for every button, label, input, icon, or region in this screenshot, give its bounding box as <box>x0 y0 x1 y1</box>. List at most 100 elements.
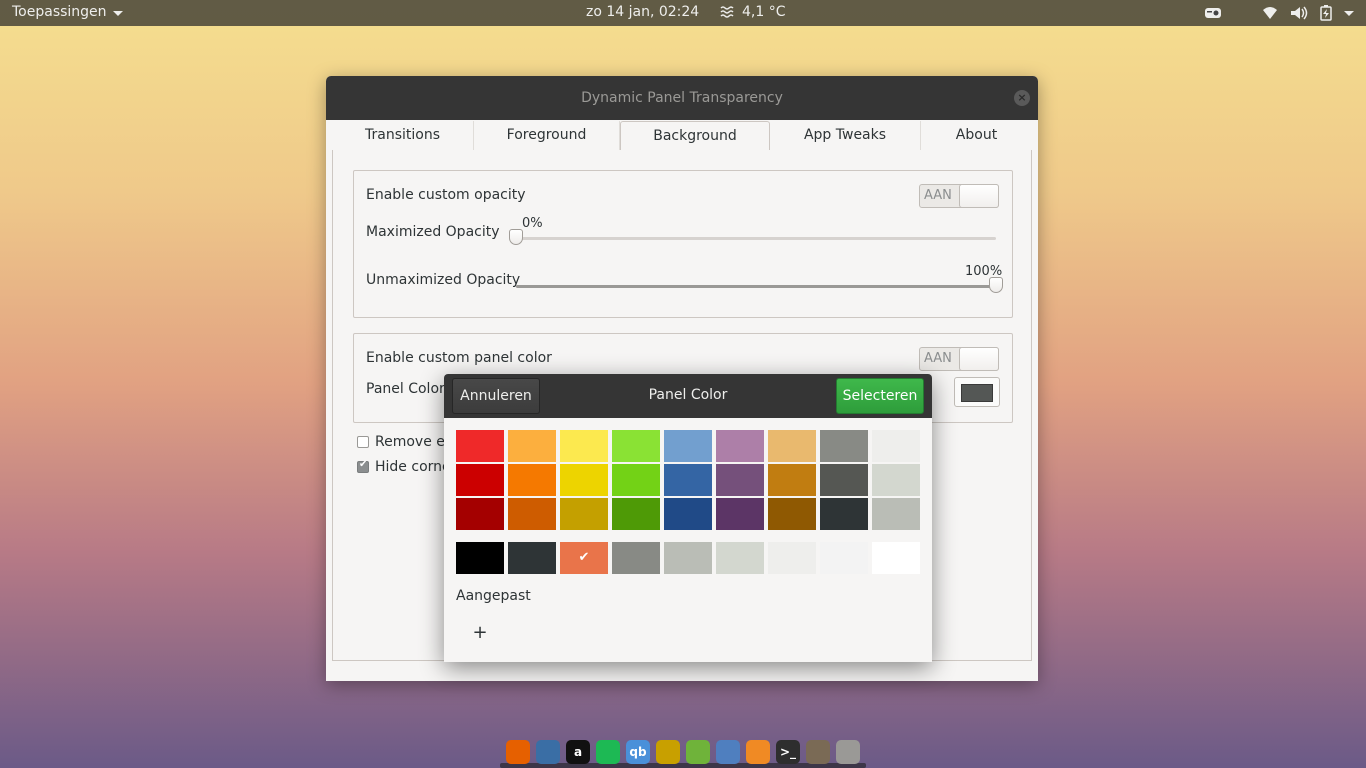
file-manager-icon[interactable] <box>716 740 740 764</box>
unmaximized-opacity-label: Unmaximized Opacity <box>366 272 521 288</box>
fog-icon <box>720 6 734 18</box>
color-swatch[interactable] <box>612 430 660 462</box>
color-swatch[interactable] <box>820 498 868 530</box>
tab-foreground[interactable]: Foreground <box>474 121 620 151</box>
volume-icon[interactable] <box>1290 6 1308 20</box>
panel-color-button[interactable] <box>954 377 1000 407</box>
color-swatch[interactable] <box>820 542 868 574</box>
system-tray[interactable] <box>1204 5 1354 21</box>
amazon-icon[interactable]: a <box>566 740 590 764</box>
color-swatch[interactable] <box>768 498 816 530</box>
add-custom-color-button[interactable]: + <box>472 622 488 643</box>
weather-indicator[interactable]: 4,1 °C <box>720 4 786 20</box>
color-swatch[interactable] <box>664 464 712 496</box>
remove-option-label: Remove ex <box>375 434 453 450</box>
dock: a qb >_ <box>502 736 864 768</box>
color-swatch[interactable] <box>664 430 712 462</box>
color-swatch[interactable] <box>560 464 608 496</box>
color-swatch[interactable] <box>612 464 660 496</box>
color-swatch[interactable] <box>768 464 816 496</box>
switch-state-label: AAN <box>924 188 952 203</box>
hide-corners-checkbox[interactable]: Hide corne <box>357 459 451 475</box>
network-icon[interactable] <box>656 740 680 764</box>
battery-icon[interactable] <box>1320 5 1332 21</box>
weather-temperature: 4,1 °C <box>742 4 786 20</box>
enable-opacity-label: Enable custom opacity <box>366 187 526 203</box>
color-swatch[interactable] <box>508 430 556 462</box>
color-swatch-selected[interactable]: ✔ <box>560 542 608 574</box>
firefox-icon[interactable] <box>506 740 530 764</box>
color-swatch[interactable] <box>768 430 816 462</box>
enable-panel-color-label: Enable custom panel color <box>366 350 552 366</box>
checkbox-unchecked[interactable] <box>357 436 369 448</box>
close-icon[interactable]: × <box>1014 90 1030 106</box>
color-swatch[interactable] <box>872 464 920 496</box>
opacity-frame: Enable custom opacity AAN Maximized Opac… <box>353 170 1013 318</box>
spotify-icon[interactable] <box>596 740 620 764</box>
color-swatch[interactable] <box>820 464 868 496</box>
hide-corners-label: Hide corne <box>375 459 451 475</box>
maximized-opacity-value: 0% <box>522 216 543 231</box>
color-swatch[interactable] <box>716 498 764 530</box>
dialog-header: Annuleren Panel Color Selecteren <box>444 374 932 418</box>
qbittorrent-icon[interactable]: qb <box>626 740 650 764</box>
tab-background[interactable]: Background <box>620 121 770 151</box>
system-menu-caret-icon[interactable] <box>1344 10 1354 16</box>
thunderbird-icon[interactable] <box>536 740 560 764</box>
system-settings-icon[interactable] <box>836 740 860 764</box>
color-swatch[interactable] <box>508 464 556 496</box>
color-swatch[interactable] <box>560 498 608 530</box>
rss-reader-icon[interactable] <box>686 740 710 764</box>
applications-menu[interactable]: Toepassingen <box>12 4 123 20</box>
color-swatch[interactable] <box>820 430 868 462</box>
settings-gear-icon[interactable] <box>746 740 770 764</box>
color-swatch[interactable] <box>456 430 504 462</box>
panel-color-label: Panel Color <box>366 381 445 397</box>
color-swatch[interactable] <box>612 498 660 530</box>
select-button[interactable]: Selecteren <box>836 378 924 414</box>
clock[interactable]: zo 14 jan, 02:24 <box>586 4 699 20</box>
color-swatch[interactable] <box>664 498 712 530</box>
window-titlebar[interactable]: Dynamic Panel Transparency × <box>326 76 1038 120</box>
color-swatch[interactable] <box>456 542 504 574</box>
terminal-icon[interactable]: >_ <box>776 740 800 764</box>
color-swatch[interactable] <box>612 542 660 574</box>
mixer-icon[interactable] <box>1204 5 1222 21</box>
color-swatch[interactable] <box>560 430 608 462</box>
panel-color-swatch <box>961 384 993 402</box>
unmaximized-opacity-fill <box>516 285 996 288</box>
unmaximized-opacity-handle[interactable] <box>989 277 1003 293</box>
applications-menu-label: Toepassingen <box>12 4 107 20</box>
window-title: Dynamic Panel Transparency <box>581 90 783 106</box>
enable-panel-color-switch[interactable]: AAN <box>919 347 999 371</box>
tab-bar: Transitions Foreground Background App Tw… <box>332 121 1032 151</box>
tab-transitions[interactable]: Transitions <box>332 121 474 151</box>
switch-knob <box>959 184 999 208</box>
color-swatch[interactable] <box>872 430 920 462</box>
color-swatch[interactable] <box>508 498 556 530</box>
color-swatch[interactable] <box>456 498 504 530</box>
color-swatch[interactable] <box>768 542 816 574</box>
top-panel: Toepassingen zo 14 jan, 02:24 4,1 °C <box>0 0 1366 26</box>
switch-knob <box>959 347 999 371</box>
color-swatch[interactable] <box>664 542 712 574</box>
color-swatch[interactable] <box>716 430 764 462</box>
tab-app-tweaks[interactable]: App Tweaks <box>770 121 921 151</box>
tab-about[interactable]: About <box>921 121 1032 151</box>
color-swatch[interactable] <box>508 542 556 574</box>
color-swatch[interactable] <box>456 464 504 496</box>
wifi-icon[interactable] <box>1262 6 1278 20</box>
maximized-opacity-slider[interactable] <box>516 237 996 240</box>
color-swatch[interactable] <box>872 498 920 530</box>
custom-colors-label: Aangepast <box>456 588 531 604</box>
chevron-down-icon <box>112 10 123 16</box>
color-swatch[interactable] <box>716 542 764 574</box>
enable-opacity-switch[interactable]: AAN <box>919 184 999 208</box>
remove-option-checkbox[interactable]: Remove ex <box>357 434 453 450</box>
color-swatch[interactable] <box>716 464 764 496</box>
gimp-icon[interactable] <box>806 740 830 764</box>
maximized-opacity-label: Maximized Opacity <box>366 224 500 240</box>
checkbox-checked[interactable] <box>357 459 369 473</box>
color-swatch[interactable] <box>872 542 920 574</box>
maximized-opacity-handle[interactable] <box>509 229 523 245</box>
